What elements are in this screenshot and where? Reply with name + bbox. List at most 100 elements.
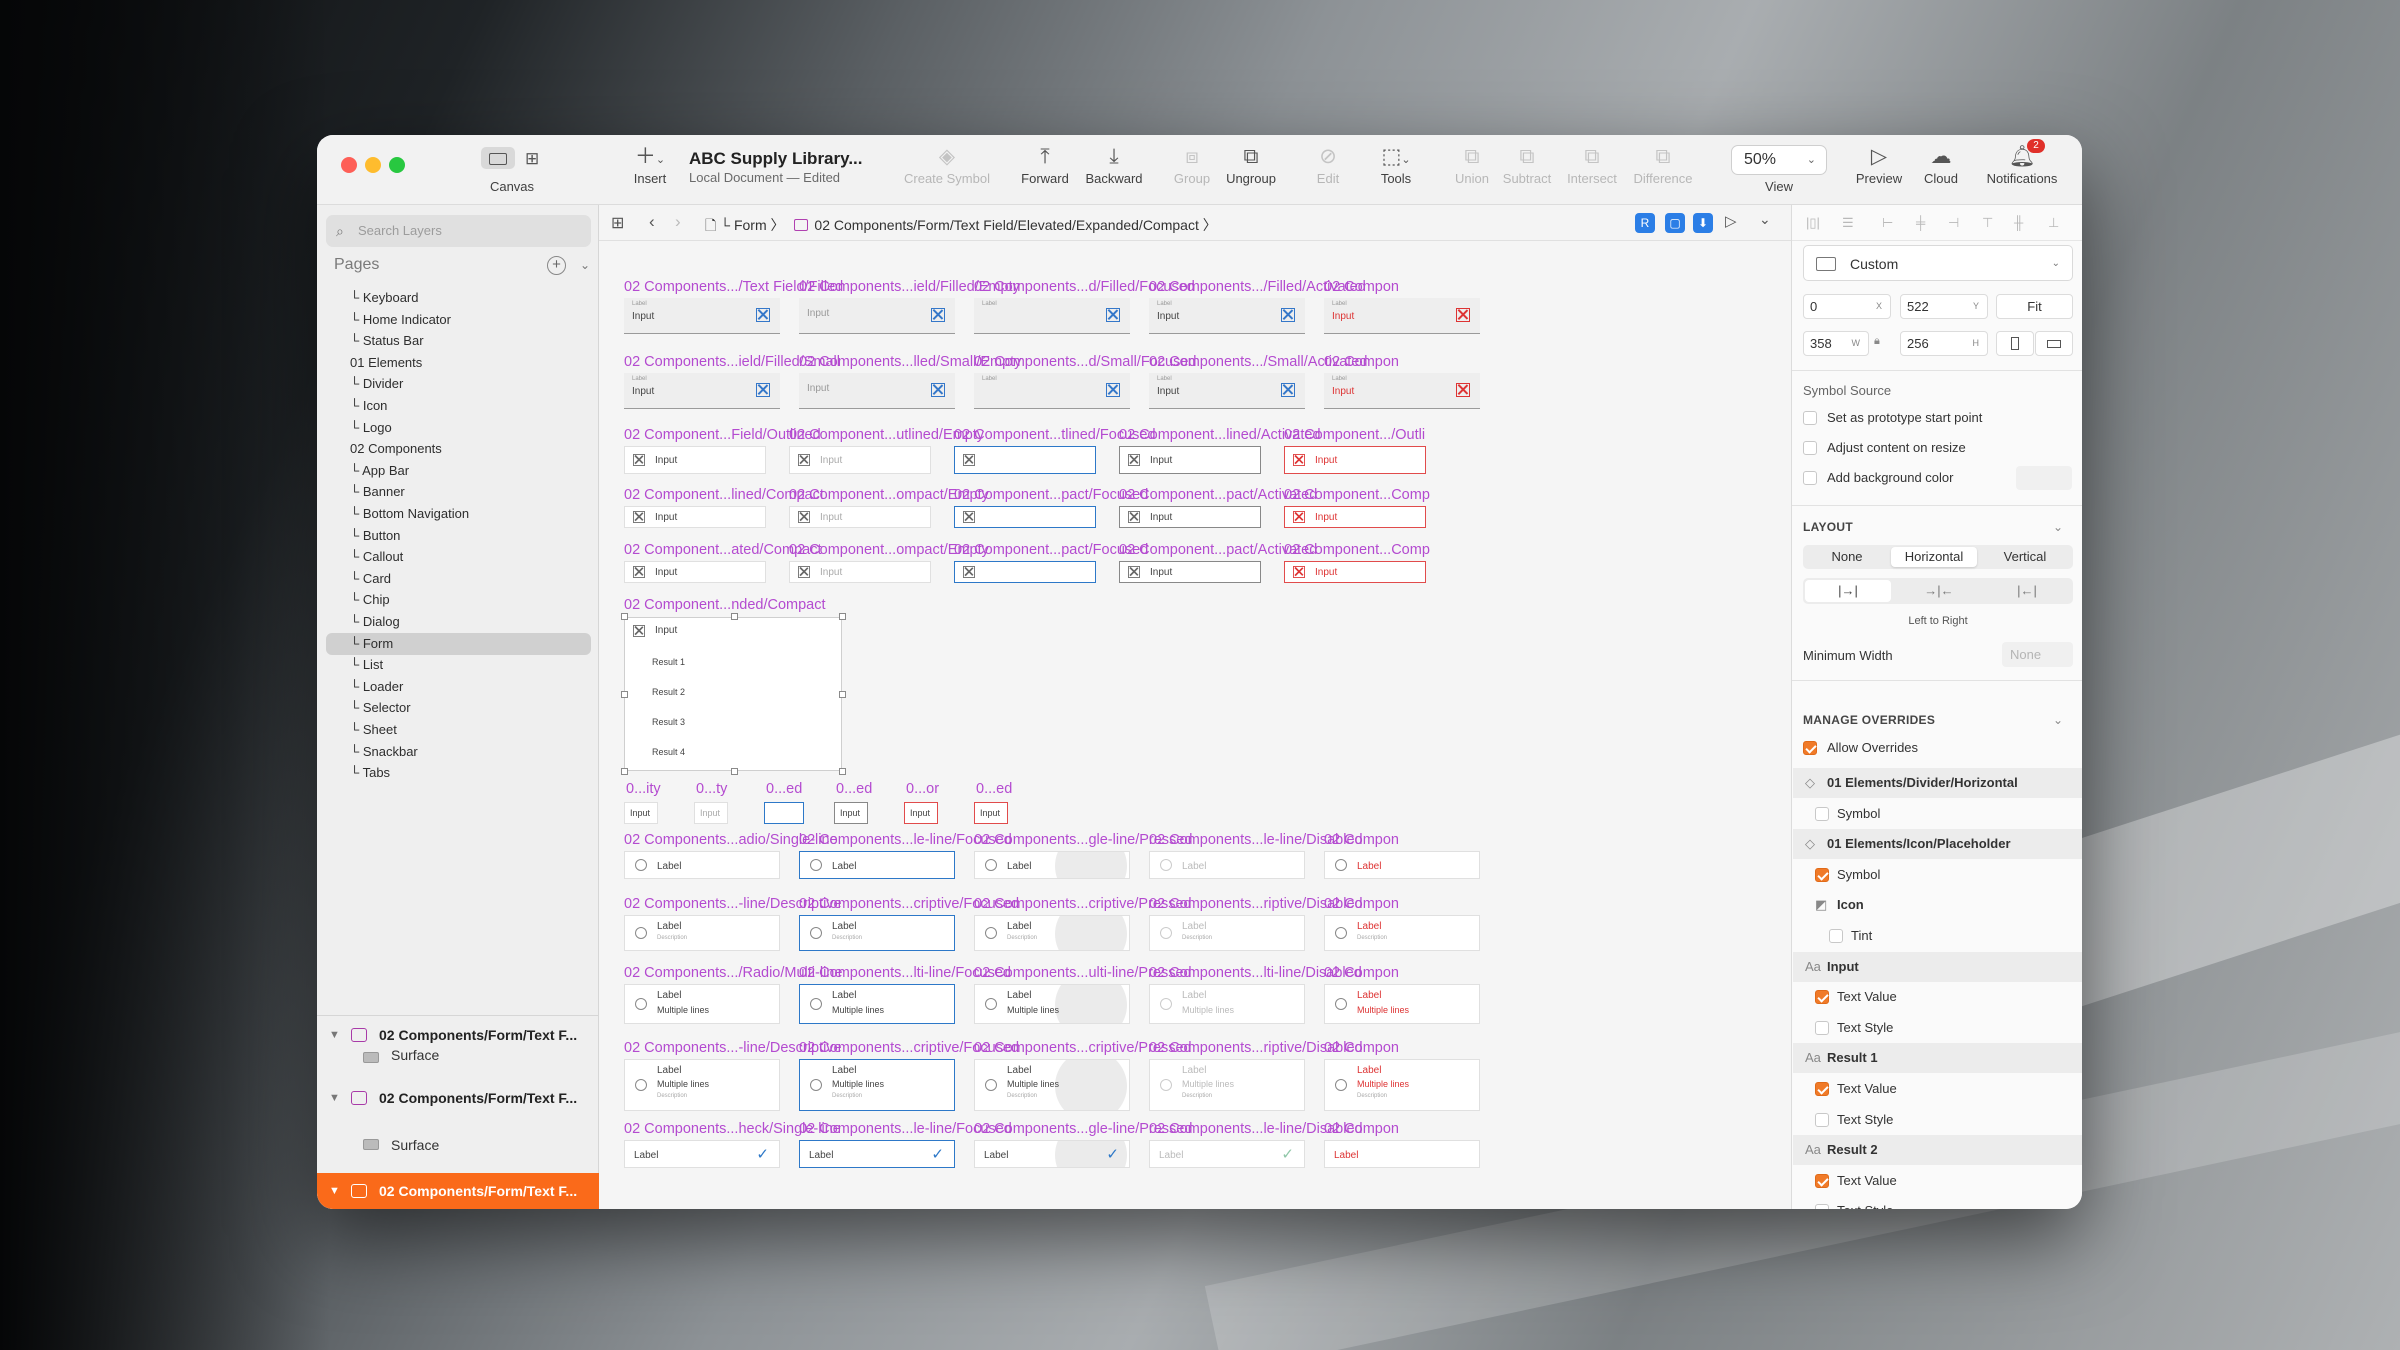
layer-row[interactable]: ▼ 02 Components/Form/Text F...	[317, 1080, 599, 1116]
align-center-icon[interactable]: ╪	[1916, 215, 1925, 230]
center-direction-icon[interactable]: →|←	[1896, 580, 1982, 602]
back-icon[interactable]: ‹	[649, 212, 655, 232]
placeholder-icon[interactable]	[633, 454, 645, 466]
radio-item[interactable]: Label	[1149, 851, 1305, 879]
chevron-down-icon[interactable]: ⌄	[580, 249, 590, 281]
radio-item[interactable]: Label Description	[624, 915, 780, 951]
placeholder-icon[interactable]	[756, 383, 770, 397]
page-home-indicator[interactable]: └ Home Indicator	[326, 309, 591, 331]
page-keyboard[interactable]: └ Keyboard	[326, 287, 591, 309]
radio-icon[interactable]	[635, 859, 647, 871]
page-button[interactable]: └ Button	[326, 525, 591, 547]
minimize-window-button[interactable]	[365, 157, 381, 173]
text-field-filled[interactable]: Label Input	[1149, 298, 1305, 334]
radio-item[interactable]: Label Description Multiple lines	[974, 1059, 1130, 1111]
text-field-outlined[interactable]: Input	[789, 561, 931, 583]
radio-item[interactable]: Label Multiple lines	[799, 984, 955, 1024]
radio-icon[interactable]	[1335, 998, 1347, 1010]
checkbox-item[interactable]: Label ✓	[799, 1140, 955, 1168]
layout-none[interactable]: None	[1805, 545, 1889, 569]
layer-child[interactable]: Surface	[391, 1137, 439, 1153]
breadcrumb-form[interactable]: └ Form	[720, 217, 766, 233]
radio-icon[interactable]	[1160, 859, 1172, 871]
placeholder-icon[interactable]	[1128, 511, 1140, 523]
intersect-button[interactable]: ⧉ Intersect	[1561, 143, 1623, 199]
layer-child[interactable]: Surface	[391, 1047, 439, 1063]
selection-handle[interactable]	[731, 768, 738, 775]
radio-item[interactable]: Label	[624, 851, 780, 879]
mini-field[interactable]: Input	[694, 802, 728, 824]
placeholder-icon[interactable]	[1106, 308, 1120, 322]
override-checkbox[interactable]	[1815, 990, 1829, 1005]
text-field-outlined[interactable]: Input	[1119, 446, 1261, 474]
radio-icon[interactable]	[810, 1079, 822, 1091]
radio-icon[interactable]	[985, 998, 997, 1010]
radio-item[interactable]: Label Description	[1324, 915, 1480, 951]
text-field-outlined[interactable]: Input	[624, 446, 766, 474]
snap-icon[interactable]: R	[1635, 213, 1655, 233]
page-form[interactable]: └ Form	[326, 632, 591, 655]
mini-field[interactable]: Input	[904, 802, 938, 824]
radio-item[interactable]: Label Multiple lines	[974, 984, 1130, 1024]
selection-handle[interactable]	[621, 768, 628, 775]
close-window-button[interactable]	[341, 157, 357, 173]
text-field-outlined[interactable]	[954, 561, 1096, 583]
override-check[interactable]: Text Style	[1793, 1196, 2082, 1209]
preview-button[interactable]: ▷ Preview	[1851, 143, 1907, 199]
radio-icon[interactable]	[810, 859, 822, 871]
search-layers-input[interactable]: ⌕ Search Layers	[326, 215, 591, 247]
page-status-bar[interactable]: └ Status Bar	[326, 330, 591, 352]
breadcrumb-symbol[interactable]: 02 Components/Form/Text Field/Elevated/E…	[814, 217, 1198, 233]
align-right-icon[interactable]: ⊣	[1948, 215, 1959, 231]
radio-icon[interactable]	[810, 927, 822, 939]
override-check[interactable]: Text Value	[1793, 982, 2082, 1012]
dropdown-result[interactable]: Result 2	[652, 687, 685, 697]
dropdown-result[interactable]: Result 4	[652, 747, 685, 757]
chevron-down-icon[interactable]: ⌄	[1759, 211, 1771, 228]
right-to-left-icon[interactable]: |←|	[1984, 580, 2070, 602]
placeholder-icon[interactable]	[1293, 566, 1305, 578]
overrides-section-header[interactable]: MANAGE OVERRIDES ⌄	[1803, 713, 2063, 727]
radio-icon[interactable]	[635, 1079, 647, 1091]
page-02-components[interactable]: 02 Components	[326, 438, 591, 460]
page-01-elements[interactable]: 01 Elements	[326, 352, 591, 374]
page-banner[interactable]: └ Banner	[326, 481, 591, 503]
text-field-outlined[interactable]: Input	[789, 446, 931, 474]
page-bottom-navigation[interactable]: └ Bottom Navigation	[326, 503, 591, 525]
design-canvas[interactable]: 02 Components.../Text Field/Filled Label I…	[599, 241, 1791, 1209]
radio-icon[interactable]	[1160, 1079, 1172, 1091]
text-field-outlined[interactable]: Input	[1119, 561, 1261, 583]
width-input[interactable]: 358 W	[1803, 331, 1869, 356]
page-callout[interactable]: └ Callout	[326, 546, 591, 568]
placeholder-icon[interactable]	[963, 454, 975, 466]
selection-handle[interactable]	[621, 691, 628, 698]
placeholder-icon[interactable]	[633, 625, 645, 637]
align-middle-icon[interactable]: ╫	[2014, 215, 2023, 230]
radio-item[interactable]: Label Description Multiple lines	[1324, 1059, 1480, 1111]
selection-handle[interactable]	[839, 768, 846, 775]
layout-horizontal[interactable]: Horizontal	[1891, 547, 1977, 567]
page-card[interactable]: └ Card	[326, 568, 591, 590]
placeholder-icon[interactable]	[756, 308, 770, 322]
placeholder-icon[interactable]	[1456, 308, 1470, 322]
placeholder-icon[interactable]	[633, 566, 645, 578]
placeholder-icon[interactable]	[1128, 566, 1140, 578]
text-field-outlined[interactable]: Input	[1119, 506, 1261, 528]
page-app-bar[interactable]: └ App Bar	[326, 460, 591, 482]
text-field-outlined[interactable]: Input	[1284, 561, 1426, 583]
prototype-checkbox[interactable]	[1803, 411, 1817, 425]
radio-item[interactable]: Label	[1324, 851, 1480, 879]
zoom-select[interactable]: 50% ⌄	[1731, 145, 1827, 175]
fit-button[interactable]: Fit	[1996, 294, 2073, 319]
radio-icon[interactable]	[635, 998, 647, 1010]
create-symbol-button[interactable]: ◈ Create Symbol	[897, 143, 997, 199]
y-input[interactable]: 522 Y	[1900, 294, 1988, 319]
text-field-outlined[interactable]: Input	[1284, 446, 1426, 474]
text-field-filled[interactable]: Label Input	[1149, 373, 1305, 409]
radio-item[interactable]: Label	[974, 851, 1130, 879]
insert-button[interactable]: ＋⌄ Insert	[625, 143, 675, 199]
x-input[interactable]: 0X	[1803, 294, 1891, 319]
preset-select[interactable]: Custom ⌄	[1803, 245, 2073, 281]
ungroup-button[interactable]: ⧉ Ungroup	[1219, 143, 1283, 199]
text-field-outlined[interactable]: Input	[624, 561, 766, 583]
